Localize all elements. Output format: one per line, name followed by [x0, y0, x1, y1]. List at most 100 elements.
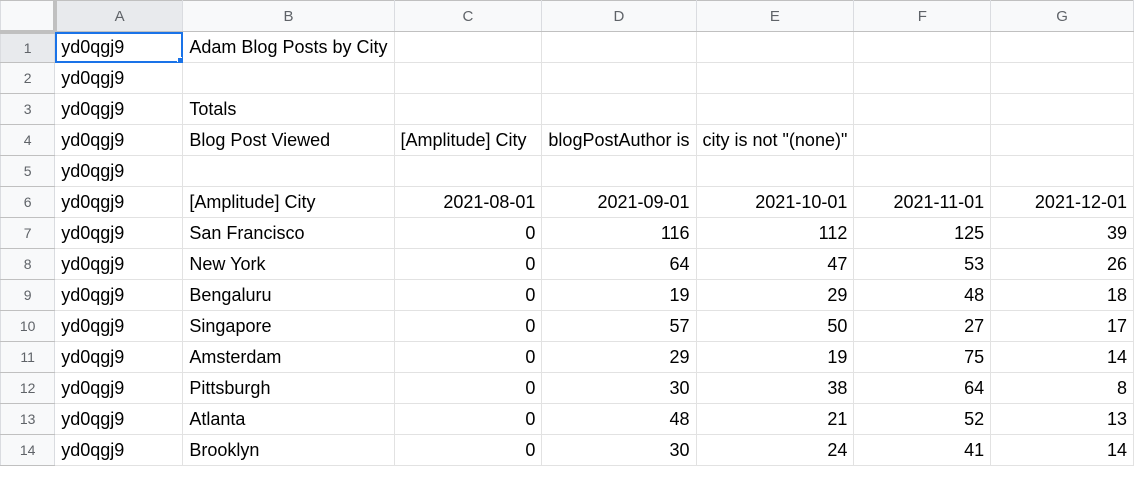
cell-a14[interactable]: yd0qgj9 — [54, 434, 184, 466]
row-header-12[interactable]: 12 — [0, 372, 56, 404]
cell-d1[interactable] — [541, 31, 697, 63]
cell-c1[interactable] — [394, 31, 543, 63]
cell-b8[interactable]: New York — [182, 248, 395, 280]
row-header-4[interactable]: 4 — [0, 124, 56, 156]
cell-g3[interactable] — [990, 93, 1134, 125]
cell-c14[interactable]: 0 — [393, 434, 543, 466]
cell-b11[interactable]: Amsterdam — [182, 341, 395, 373]
row-header-13[interactable]: 13 — [0, 403, 56, 435]
cell-f10[interactable]: 27 — [853, 310, 992, 342]
column-header-d[interactable]: D — [541, 0, 697, 32]
cell-b4[interactable]: Blog Post Viewed — [182, 124, 395, 156]
row-header-14[interactable]: 14 — [0, 434, 56, 466]
cell-g4[interactable] — [990, 124, 1134, 156]
cell-g14[interactable]: 14 — [990, 434, 1134, 466]
cell-g1[interactable] — [990, 31, 1134, 63]
cell-e7[interactable]: 112 — [695, 217, 855, 249]
cell-a9[interactable]: yd0qgj9 — [54, 279, 184, 311]
cell-b1[interactable]: Adam Blog Posts by City — [182, 31, 395, 63]
fill-handle[interactable] — [177, 57, 182, 62]
cell-b13[interactable]: Atlanta — [182, 403, 395, 435]
cell-g11[interactable]: 14 — [990, 341, 1134, 373]
cell-c10[interactable]: 0 — [393, 310, 543, 342]
cell-d5[interactable] — [541, 155, 697, 187]
cell-g2[interactable] — [990, 62, 1134, 94]
cell-b7[interactable]: San Francisco — [182, 217, 395, 249]
cell-a13[interactable]: yd0qgj9 — [54, 403, 184, 435]
cell-a4[interactable]: yd0qgj9 — [54, 124, 184, 156]
cell-f12[interactable]: 64 — [853, 372, 992, 404]
row-header-7[interactable]: 7 — [0, 217, 56, 249]
cell-c7[interactable]: 0 — [393, 217, 543, 249]
cell-c6[interactable]: 2021-08-01 — [393, 186, 543, 218]
cell-b6[interactable]: [Amplitude] City — [182, 186, 395, 218]
cell-f2[interactable] — [853, 62, 992, 94]
cell-a12[interactable]: yd0qgj9 — [54, 372, 184, 404]
row-header-8[interactable]: 8 — [0, 248, 56, 280]
row-header-3[interactable]: 3 — [0, 93, 56, 125]
column-header-f[interactable]: F — [853, 0, 992, 32]
cell-a2[interactable]: yd0qgj9 — [54, 62, 184, 94]
cell-f6[interactable]: 2021-11-01 — [853, 186, 992, 218]
cell-c2[interactable] — [393, 62, 543, 94]
cell-c11[interactable]: 0 — [393, 341, 543, 373]
cell-e13[interactable]: 21 — [695, 403, 855, 435]
cell-e1[interactable] — [695, 31, 855, 63]
cell-e4[interactable]: city is not "(none)" — [695, 124, 855, 156]
cell-f5[interactable] — [853, 155, 992, 187]
cell-g9[interactable]: 18 — [990, 279, 1134, 311]
cell-c3[interactable] — [393, 93, 543, 125]
cell-d3[interactable] — [541, 93, 697, 125]
cell-e8[interactable]: 47 — [695, 248, 855, 280]
column-header-b[interactable]: B — [182, 0, 395, 32]
cell-d11[interactable]: 29 — [541, 341, 697, 373]
cell-e5[interactable] — [695, 155, 855, 187]
cell-d13[interactable]: 48 — [541, 403, 697, 435]
row-header-5[interactable]: 5 — [0, 155, 56, 187]
cell-a10[interactable]: yd0qgj9 — [54, 310, 184, 342]
cell-d4[interactable]: blogPostAuthor is — [541, 124, 697, 156]
cell-e12[interactable]: 38 — [695, 372, 855, 404]
cell-b14[interactable]: Brooklyn — [182, 434, 395, 466]
cell-g8[interactable]: 26 — [990, 248, 1134, 280]
cell-d14[interactable]: 30 — [541, 434, 697, 466]
cell-a6[interactable]: yd0qgj9 — [54, 186, 184, 218]
cell-e3[interactable] — [695, 93, 855, 125]
row-header-1[interactable]: 1 — [0, 31, 56, 63]
row-header-10[interactable]: 10 — [0, 310, 56, 342]
cell-f13[interactable]: 52 — [853, 403, 992, 435]
cell-d7[interactable]: 116 — [541, 217, 697, 249]
cell-g6[interactable]: 2021-12-01 — [990, 186, 1134, 218]
cell-d12[interactable]: 30 — [541, 372, 697, 404]
cell-f14[interactable]: 41 — [853, 434, 992, 466]
cell-f7[interactable]: 125 — [853, 217, 992, 249]
cell-a8[interactable]: yd0qgj9 — [54, 248, 184, 280]
cell-e10[interactable]: 50 — [695, 310, 855, 342]
row-header-11[interactable]: 11 — [0, 341, 56, 373]
cell-e6[interactable]: 2021-10-01 — [695, 186, 855, 218]
select-all-corner[interactable] — [0, 0, 57, 34]
cell-a7[interactable]: yd0qgj9 — [54, 217, 184, 249]
cell-c12[interactable]: 0 — [393, 372, 543, 404]
cell-b9[interactable]: Bengaluru — [182, 279, 395, 311]
cell-b10[interactable]: Singapore — [182, 310, 395, 342]
column-header-c[interactable]: C — [393, 0, 543, 32]
column-header-g[interactable]: G — [990, 0, 1134, 32]
row-header-9[interactable]: 9 — [0, 279, 56, 311]
cell-d2[interactable] — [541, 62, 697, 94]
cell-b3[interactable]: Totals — [182, 93, 395, 125]
cell-g13[interactable]: 13 — [990, 403, 1134, 435]
cell-f4[interactable] — [853, 124, 992, 156]
cell-a1[interactable]: yd0qgj9 — [54, 31, 184, 63]
cell-e14[interactable]: 24 — [695, 434, 855, 466]
cell-c8[interactable]: 0 — [393, 248, 543, 280]
cell-e2[interactable] — [695, 62, 855, 94]
cell-e11[interactable]: 19 — [695, 341, 855, 373]
cell-a3[interactable]: yd0qgj9 — [54, 93, 184, 125]
cell-g12[interactable]: 8 — [990, 372, 1134, 404]
row-header-6[interactable]: 6 — [0, 186, 56, 218]
cell-d10[interactable]: 57 — [541, 310, 697, 342]
cell-c13[interactable]: 0 — [393, 403, 543, 435]
cell-b2[interactable] — [182, 62, 395, 94]
cell-c4[interactable]: [Amplitude] City — [393, 124, 543, 156]
